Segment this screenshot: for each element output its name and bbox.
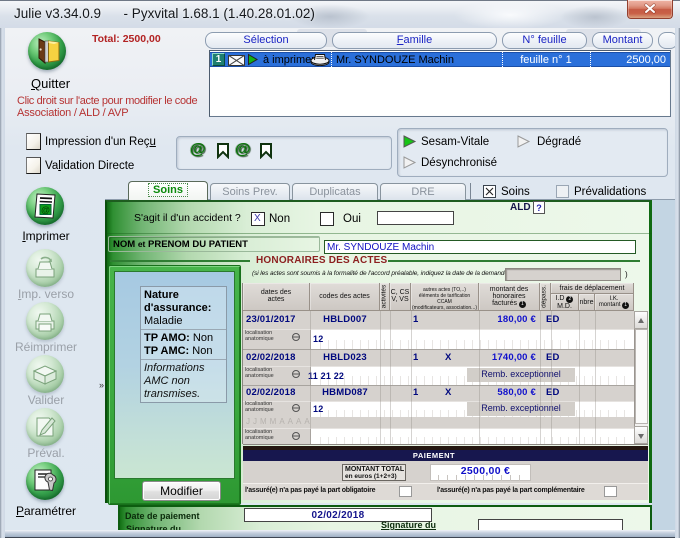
svg-text:@: @: [41, 205, 50, 215]
